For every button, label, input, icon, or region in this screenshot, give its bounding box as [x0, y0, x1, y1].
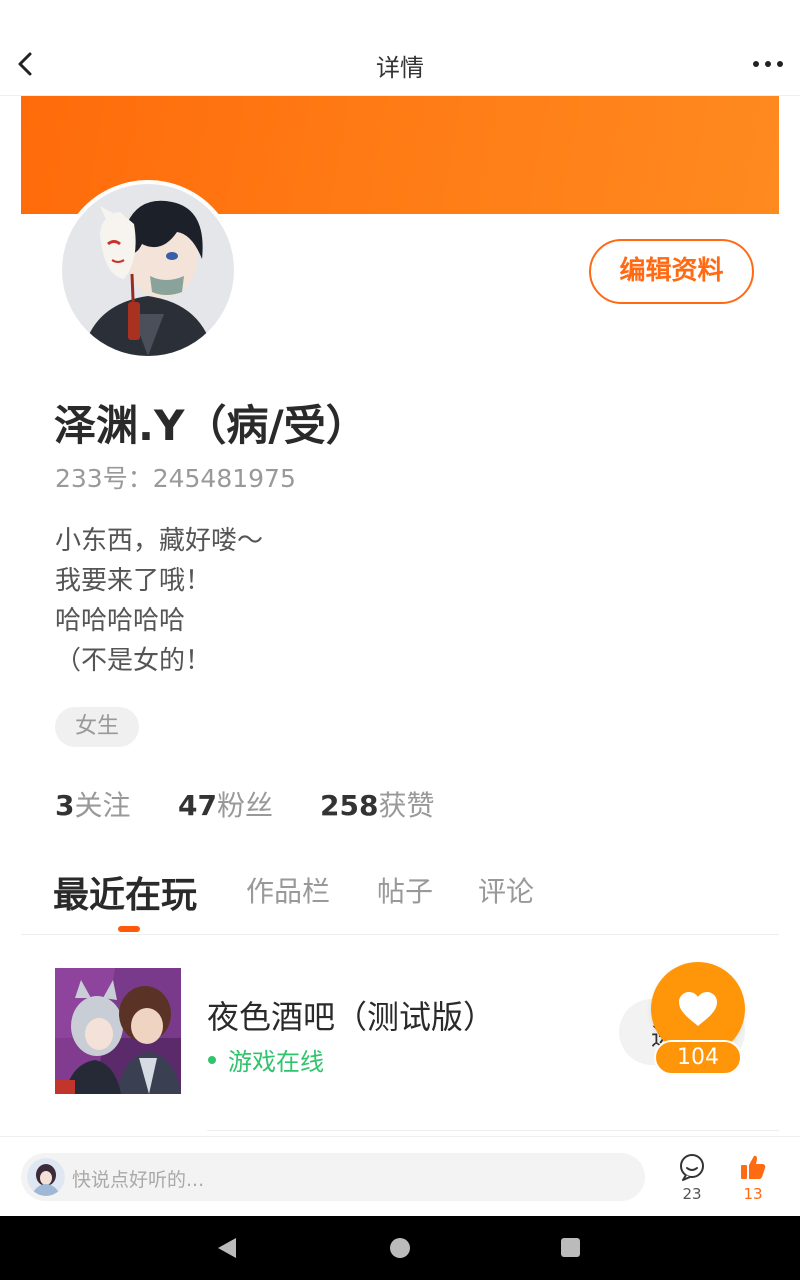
username: 泽渊.Y（病/受）	[54, 401, 368, 450]
stat-label: 粉丝	[216, 789, 273, 822]
tab-posts[interactable]: 帖子	[377, 870, 433, 910]
comment-bar: 快说点好听的... 23 13	[0, 1136, 800, 1216]
thumbs-up-button[interactable]: 13	[733, 1153, 773, 1209]
bio: 小东西，藏好喽～ 我要来了哦！ 哈哈哈哈哈 （不是女的！	[55, 521, 263, 681]
game-icon[interactable]	[55, 968, 181, 1094]
divider	[207, 1130, 779, 1131]
stat-followers[interactable]: 47粉丝	[178, 784, 273, 824]
comment-count: 23	[682, 1185, 702, 1203]
system-nav-bar	[0, 1216, 800, 1280]
stat-label: 获赞	[378, 789, 435, 822]
nav-recents-icon[interactable]	[561, 1238, 580, 1257]
profile-tabs: 最近在玩 作品栏 帖子 评论	[21, 858, 779, 935]
avatar-image	[62, 184, 234, 356]
comment-button[interactable]: 23	[672, 1153, 712, 1209]
bio-line: （不是女的！	[55, 646, 212, 676]
user-id: 233号：245481975	[55, 464, 296, 493]
more-dots-icon	[753, 61, 783, 67]
stat-label: 关注	[74, 789, 131, 822]
heart-icon	[679, 992, 717, 1026]
top-bar: 详情	[0, 0, 800, 96]
stat-likes[interactable]: 258获赞	[320, 784, 434, 824]
online-dot	[208, 1056, 216, 1064]
comment-bubble-icon	[680, 1154, 704, 1181]
my-avatar	[27, 1158, 65, 1196]
bio-line: 小东西，藏好喽～	[55, 526, 264, 556]
comment-input[interactable]: 快说点好听的...	[21, 1153, 645, 1201]
game-status: 游戏在线	[208, 1042, 324, 1077]
tab-works[interactable]: 作品栏	[246, 870, 330, 910]
game-title[interactable]: 夜色酒吧（测试版）	[207, 992, 495, 1038]
bio-line: 我要来了哦！	[55, 566, 212, 596]
page-title: 详情	[376, 54, 424, 82]
avatar[interactable]	[58, 180, 238, 360]
stat-number: 3	[55, 789, 75, 822]
stat-following[interactable]: 3关注	[55, 784, 131, 824]
stat-number: 258	[320, 789, 379, 822]
tab-comments[interactable]: 评论	[478, 870, 534, 910]
comment-placeholder: 快说点好听的...	[72, 1169, 205, 1191]
more-button[interactable]	[750, 50, 786, 78]
thumbs-up-count: 13	[743, 1185, 763, 1203]
gender-tag: 女生	[55, 707, 139, 747]
nav-back-icon[interactable]	[216, 1237, 238, 1259]
like-fab-count: 104	[654, 1040, 742, 1075]
bio-line: 哈哈哈哈哈	[55, 606, 186, 636]
tab-indicator	[118, 926, 140, 932]
nav-home-icon[interactable]	[390, 1238, 410, 1258]
tab-recently-played[interactable]: 最近在玩	[53, 866, 197, 918]
game-status-label: 游戏在线	[228, 1048, 324, 1076]
stat-number: 47	[178, 789, 217, 822]
thumbs-up-icon	[741, 1155, 766, 1179]
edit-profile-button[interactable]: 编辑资料	[589, 239, 754, 304]
